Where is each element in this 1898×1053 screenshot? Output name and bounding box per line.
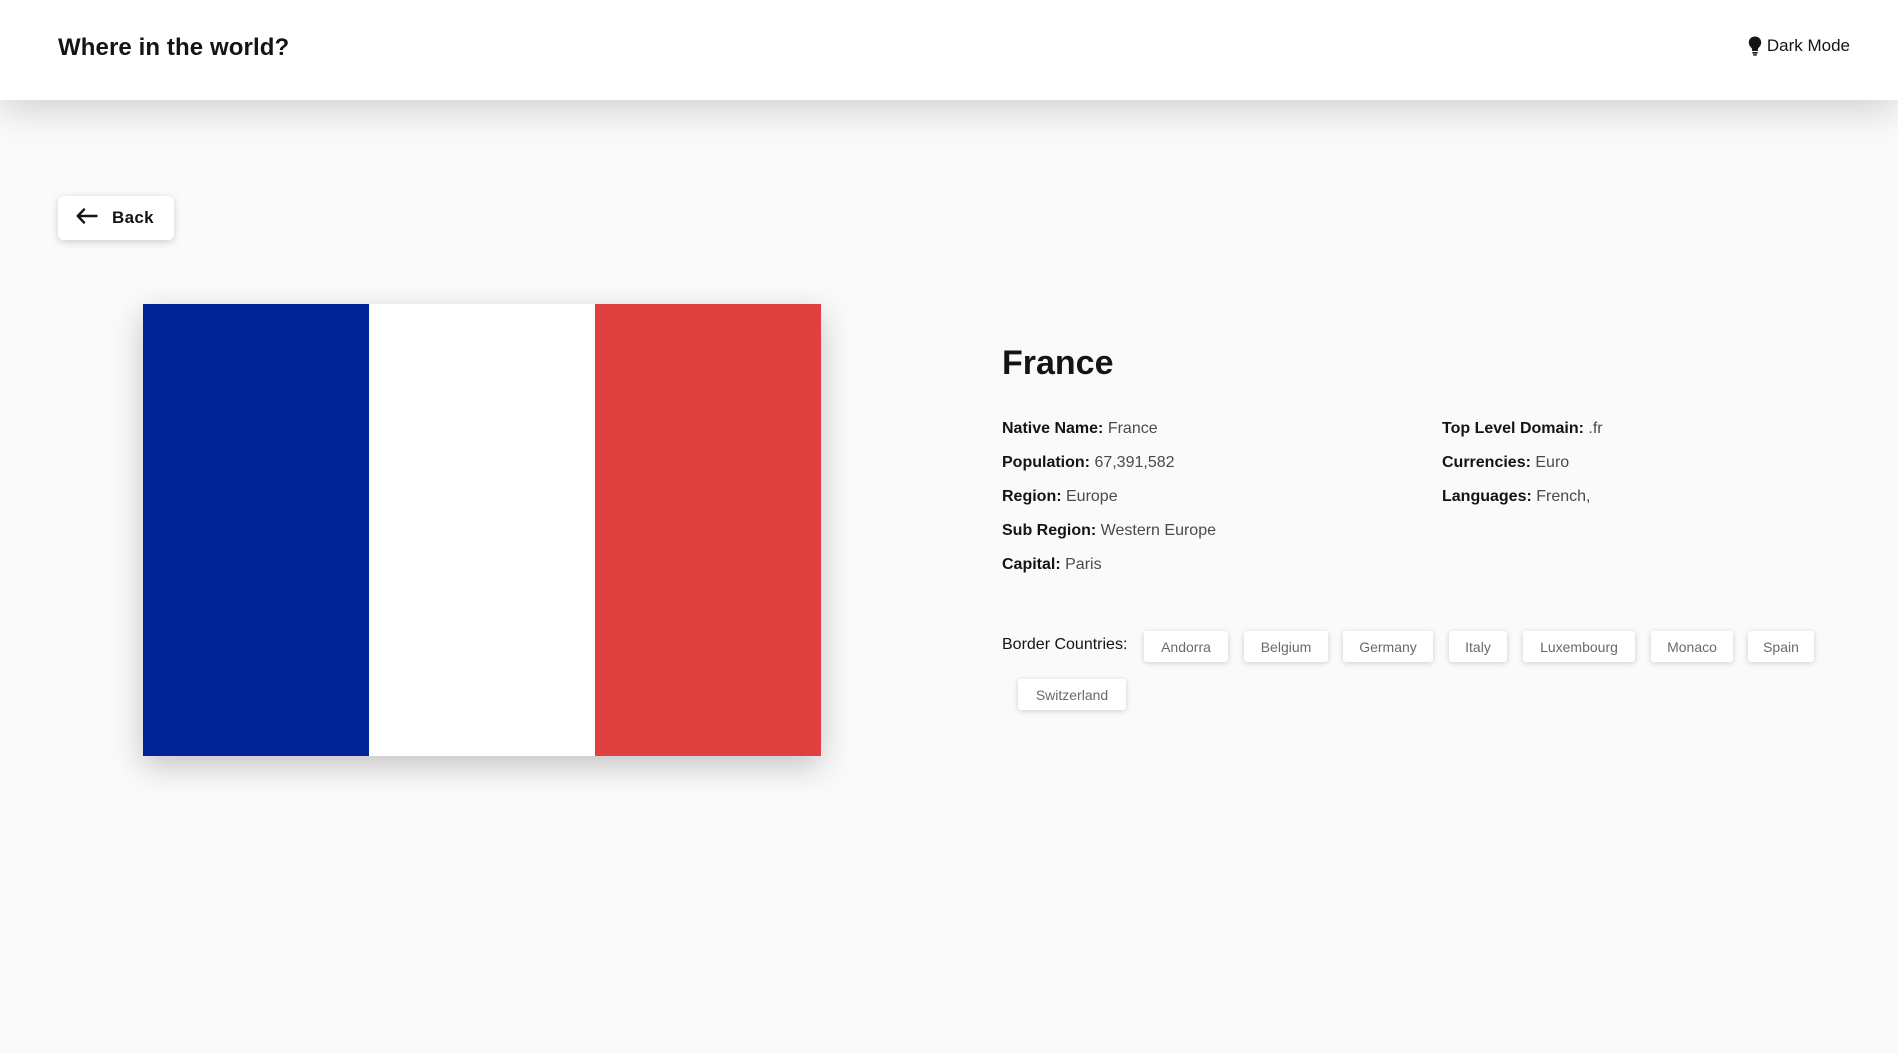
border-country-button[interactable]: Germany xyxy=(1343,631,1433,662)
arrow-left-icon xyxy=(76,207,98,229)
flag-stripe-red xyxy=(595,304,821,756)
detail-value: France xyxy=(1107,420,1158,437)
border-country-button[interactable]: Monaco xyxy=(1651,631,1733,662)
flag-stripe-blue xyxy=(143,304,369,756)
border-country-button[interactable]: Belgium xyxy=(1244,631,1328,662)
detail-native-name: Native Name: France xyxy=(1002,412,1216,446)
detail-value: Euro xyxy=(1535,454,1570,471)
detail-sub-region: Sub Region: Western Europe xyxy=(1002,514,1216,548)
detail-languages: Languages: French, xyxy=(1442,480,1603,514)
flag-stripe-white xyxy=(369,304,595,756)
detail-label: Languages: xyxy=(1442,488,1532,505)
border-countries-label: Border Countries: xyxy=(1002,636,1128,653)
country-details-secondary: Top Level Domain: .fr Currencies: Euro L… xyxy=(1442,412,1603,514)
dark-mode-toggle[interactable]: Dark Mode xyxy=(1748,36,1850,56)
detail-currencies: Currencies: Euro xyxy=(1442,446,1603,480)
detail-label: Top Level Domain: xyxy=(1442,420,1584,437)
country-name: France xyxy=(1002,344,1114,382)
detail-region: Region: Europe xyxy=(1002,480,1216,514)
detail-label: Population: xyxy=(1002,454,1090,471)
detail-value: Paris xyxy=(1065,556,1102,573)
back-button[interactable]: Back xyxy=(58,196,174,240)
back-button-label: Back xyxy=(112,208,154,227)
detail-value: 67,391,582 xyxy=(1094,454,1175,471)
app-header: Where in the world? Dark Mode xyxy=(0,0,1898,100)
border-country-button[interactable]: Spain xyxy=(1748,631,1814,662)
country-details-primary: Native Name: France Population: 67,391,5… xyxy=(1002,412,1216,582)
detail-label: Currencies: xyxy=(1442,454,1531,471)
detail-label: Capital: xyxy=(1002,556,1061,573)
border-country-button[interactable]: Switzerland xyxy=(1018,679,1126,710)
country-flag xyxy=(143,304,821,756)
app-title: Where in the world? xyxy=(58,34,290,61)
detail-capital: Capital: Paris xyxy=(1002,548,1216,582)
border-country-button[interactable]: Andorra xyxy=(1144,631,1228,662)
detail-value: .fr xyxy=(1588,420,1603,437)
detail-population: Population: 67,391,582 xyxy=(1002,446,1216,480)
dark-mode-label: Dark Mode xyxy=(1766,36,1850,55)
detail-value: Europe xyxy=(1066,488,1118,505)
detail-label: Sub Region: xyxy=(1002,522,1097,539)
detail-label: Region: xyxy=(1002,488,1062,505)
detail-top-level-domain: Top Level Domain: .fr xyxy=(1442,412,1603,446)
detail-value: Western Europe xyxy=(1100,522,1216,539)
border-country-button[interactable]: Italy xyxy=(1449,631,1507,662)
lightbulb-icon xyxy=(1748,36,1762,56)
border-country-button[interactable]: Luxembourg xyxy=(1523,631,1635,662)
detail-value: French, xyxy=(1536,488,1591,505)
detail-label: Native Name: xyxy=(1002,420,1104,437)
